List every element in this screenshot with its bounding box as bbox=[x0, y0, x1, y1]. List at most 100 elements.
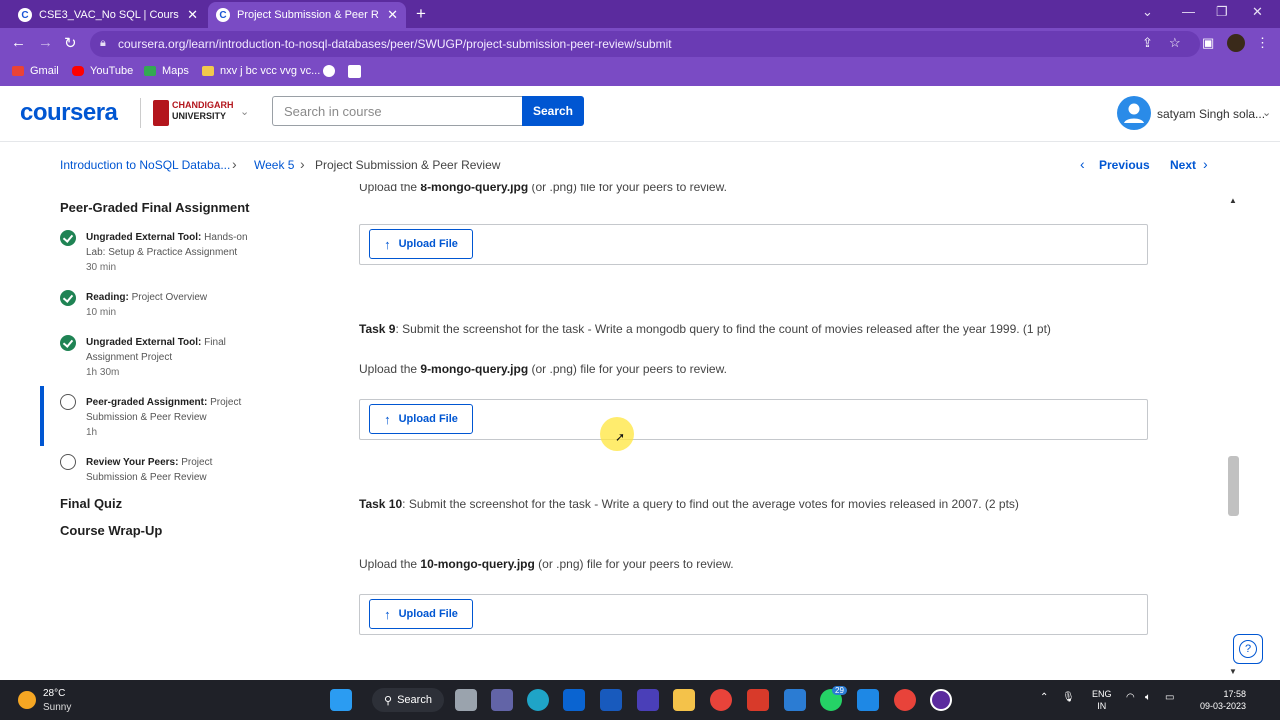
coursera-logo[interactable]: coursera bbox=[20, 99, 118, 127]
chrome-active-icon[interactable] bbox=[930, 689, 952, 711]
chevron-right-icon: › bbox=[300, 156, 305, 172]
task-9-description: Task 9: Submit the screenshot for the ta… bbox=[359, 322, 1051, 336]
search-icon bbox=[348, 65, 361, 78]
scroll-up-arrow-icon[interactable]: ▲ bbox=[1229, 196, 1237, 205]
university-logo-text[interactable]: CHANDIGARH UNIVERSITY bbox=[172, 100, 234, 122]
active-item-indicator bbox=[40, 386, 44, 446]
close-icon[interactable]: ✕ bbox=[187, 7, 198, 23]
chrome-profile-icon[interactable] bbox=[894, 689, 916, 711]
scrollbar-thumb[interactable] bbox=[1228, 456, 1239, 516]
sidebar-item-project-overview[interactable]: Reading: Project Overview 10 min bbox=[60, 290, 270, 320]
upload-arrow-icon: ↑ bbox=[384, 236, 391, 252]
reload-icon[interactable]: ↻ bbox=[64, 34, 77, 52]
scrollbar[interactable] bbox=[1228, 196, 1240, 676]
help-button[interactable]: ? bbox=[1233, 634, 1263, 664]
sidebar-section-course-wrap-up[interactable]: Course Wrap-Up bbox=[60, 523, 162, 538]
forward-arrow-icon[interactable]: → bbox=[38, 34, 53, 51]
youtube-icon bbox=[72, 66, 84, 76]
chevron-down-icon[interactable]: ⌄ bbox=[240, 105, 249, 118]
sidebar-item-review-peers[interactable]: Review Your Peers: Project Submission & … bbox=[60, 454, 270, 485]
volume-icon[interactable]: 🔈︎ bbox=[1145, 692, 1151, 703]
new-tab-icon[interactable]: + bbox=[416, 4, 426, 24]
file-explorer-icon[interactable] bbox=[673, 689, 695, 711]
store-icon[interactable] bbox=[857, 689, 879, 711]
user-avatar[interactable] bbox=[1117, 96, 1151, 130]
maximize-icon[interactable]: ❐ bbox=[1216, 4, 1228, 20]
next-button[interactable]: Next bbox=[1170, 158, 1196, 172]
chrome-icon[interactable] bbox=[710, 689, 732, 711]
lock-icon[interactable]: 🔒︎ bbox=[100, 37, 106, 50]
share-icon[interactable]: ⇪ bbox=[1142, 35, 1153, 51]
window-close-icon[interactable]: ✕ bbox=[1252, 4, 1263, 20]
previous-button[interactable]: Previous bbox=[1099, 158, 1150, 172]
chevron-right-icon: › bbox=[232, 156, 237, 172]
taskbar-search-button[interactable]: ⚲ Search bbox=[372, 688, 444, 712]
sidebar-panel-icon[interactable]: ▣ bbox=[1202, 35, 1214, 51]
breadcrumb-course[interactable]: Introduction to NoSQL Databa... bbox=[60, 158, 230, 172]
url-text[interactable]: coursera.org/learn/introduction-to-nosql… bbox=[118, 37, 672, 51]
upload-file-button[interactable]: ↑ Upload File bbox=[369, 599, 473, 629]
breadcrumb-week[interactable]: Week 5 bbox=[254, 158, 294, 172]
chevron-right-icon[interactable]: › bbox=[1203, 156, 1208, 172]
media-player-icon[interactable] bbox=[637, 689, 659, 711]
mouse-cursor-icon: ➚ bbox=[615, 430, 626, 444]
sun-icon[interactable] bbox=[18, 691, 36, 709]
bookmark-search[interactable] bbox=[348, 65, 367, 78]
bookmark-star-icon[interactable]: ☆ bbox=[1169, 35, 1181, 51]
chevron-left-icon[interactable]: ‹ bbox=[1080, 156, 1085, 172]
windows-start-icon[interactable] bbox=[330, 689, 352, 711]
gmail-icon bbox=[12, 66, 24, 76]
battery-icon[interactable]: ▭ bbox=[1165, 692, 1174, 703]
globe-icon bbox=[323, 65, 335, 77]
review-peers-icon bbox=[60, 454, 76, 470]
wps-office-icon[interactable] bbox=[747, 689, 769, 711]
upload-dropzone-8 bbox=[359, 224, 1148, 265]
microphone-icon[interactable]: 🎙︎ bbox=[1062, 692, 1075, 703]
search-input[interactable] bbox=[272, 96, 524, 126]
upload-file-button[interactable]: ↑ Upload File bbox=[369, 404, 473, 434]
edge-browser-icon[interactable] bbox=[527, 689, 549, 711]
language-indicator[interactable]: ENG IN bbox=[1092, 688, 1112, 712]
bookmark-maps[interactable]: Maps bbox=[144, 65, 189, 77]
sidebar-item-peer-graded-assignment[interactable]: Peer-graded Assignment: Project Submissi… bbox=[60, 394, 270, 439]
weather-description[interactable]: Sunny bbox=[43, 702, 71, 713]
university-seal-icon[interactable] bbox=[153, 100, 169, 126]
upload-file-button[interactable]: ↑ Upload File bbox=[369, 229, 473, 259]
browser-tab-coursera[interactable]: C CSE3_VAC_No SQL | Coursera ✕ bbox=[10, 2, 206, 28]
notification-badge: 29 bbox=[832, 686, 847, 695]
sidebar-item-hands-on-lab[interactable]: Ungraded External Tool: Hands-on Lab: Se… bbox=[60, 230, 270, 274]
teams-chat-icon[interactable] bbox=[491, 689, 513, 711]
vscode-icon[interactable] bbox=[784, 689, 806, 711]
maps-icon bbox=[144, 66, 156, 76]
word-icon[interactable] bbox=[600, 689, 622, 711]
upload-arrow-icon: ↑ bbox=[384, 606, 391, 622]
close-icon[interactable]: ✕ bbox=[387, 7, 398, 23]
upload-dropzone-10 bbox=[359, 594, 1148, 635]
coursera-favicon-icon: C bbox=[216, 8, 230, 22]
check-circle-icon bbox=[60, 290, 76, 306]
user-name[interactable]: satyam Singh sola... bbox=[1157, 107, 1265, 121]
sidebar-item-final-assignment[interactable]: Ungraded External Tool: Final Assignment… bbox=[60, 335, 270, 379]
scroll-down-arrow-icon[interactable]: ▼ bbox=[1229, 667, 1237, 676]
task-view-icon[interactable] bbox=[455, 689, 477, 711]
bookmark-youtube[interactable]: YouTube bbox=[72, 65, 133, 77]
upload-instruction-9: Upload the 9-mongo-query.jpg (or .png) f… bbox=[359, 362, 727, 376]
breadcrumb-current: Project Submission & Peer Review bbox=[315, 158, 501, 172]
chevron-down-icon[interactable]: ⌄ bbox=[1262, 106, 1271, 119]
tab-search-chevron-icon[interactable]: ⌄ bbox=[1142, 4, 1153, 20]
wifi-icon[interactable]: ◠ bbox=[1126, 692, 1135, 703]
browser-tab-project-submission[interactable]: C Project Submission & Peer Review ✕ bbox=[208, 2, 406, 28]
minimize-icon[interactable]: — bbox=[1182, 4, 1195, 19]
browser-menu-icon[interactable]: ⋮ bbox=[1256, 35, 1269, 51]
mail-icon[interactable] bbox=[563, 689, 585, 711]
bookmark-globe[interactable] bbox=[323, 65, 341, 77]
sidebar-section-final-quiz[interactable]: Final Quiz bbox=[60, 496, 122, 511]
taskbar-clock[interactable]: 17:58 09-03-2023 bbox=[1198, 688, 1246, 712]
search-button[interactable]: Search bbox=[522, 96, 584, 126]
bookmark-gmail[interactable]: Gmail bbox=[12, 65, 59, 77]
back-arrow-icon[interactable]: ← bbox=[11, 34, 26, 51]
chevron-up-icon[interactable]: ⌃ bbox=[1040, 692, 1048, 703]
bookmark-folder[interactable]: nxv j bc vcc vvg vc... bbox=[202, 65, 320, 77]
browser-profile-avatar[interactable] bbox=[1227, 34, 1245, 52]
weather-temperature[interactable]: 28°C bbox=[43, 688, 65, 699]
